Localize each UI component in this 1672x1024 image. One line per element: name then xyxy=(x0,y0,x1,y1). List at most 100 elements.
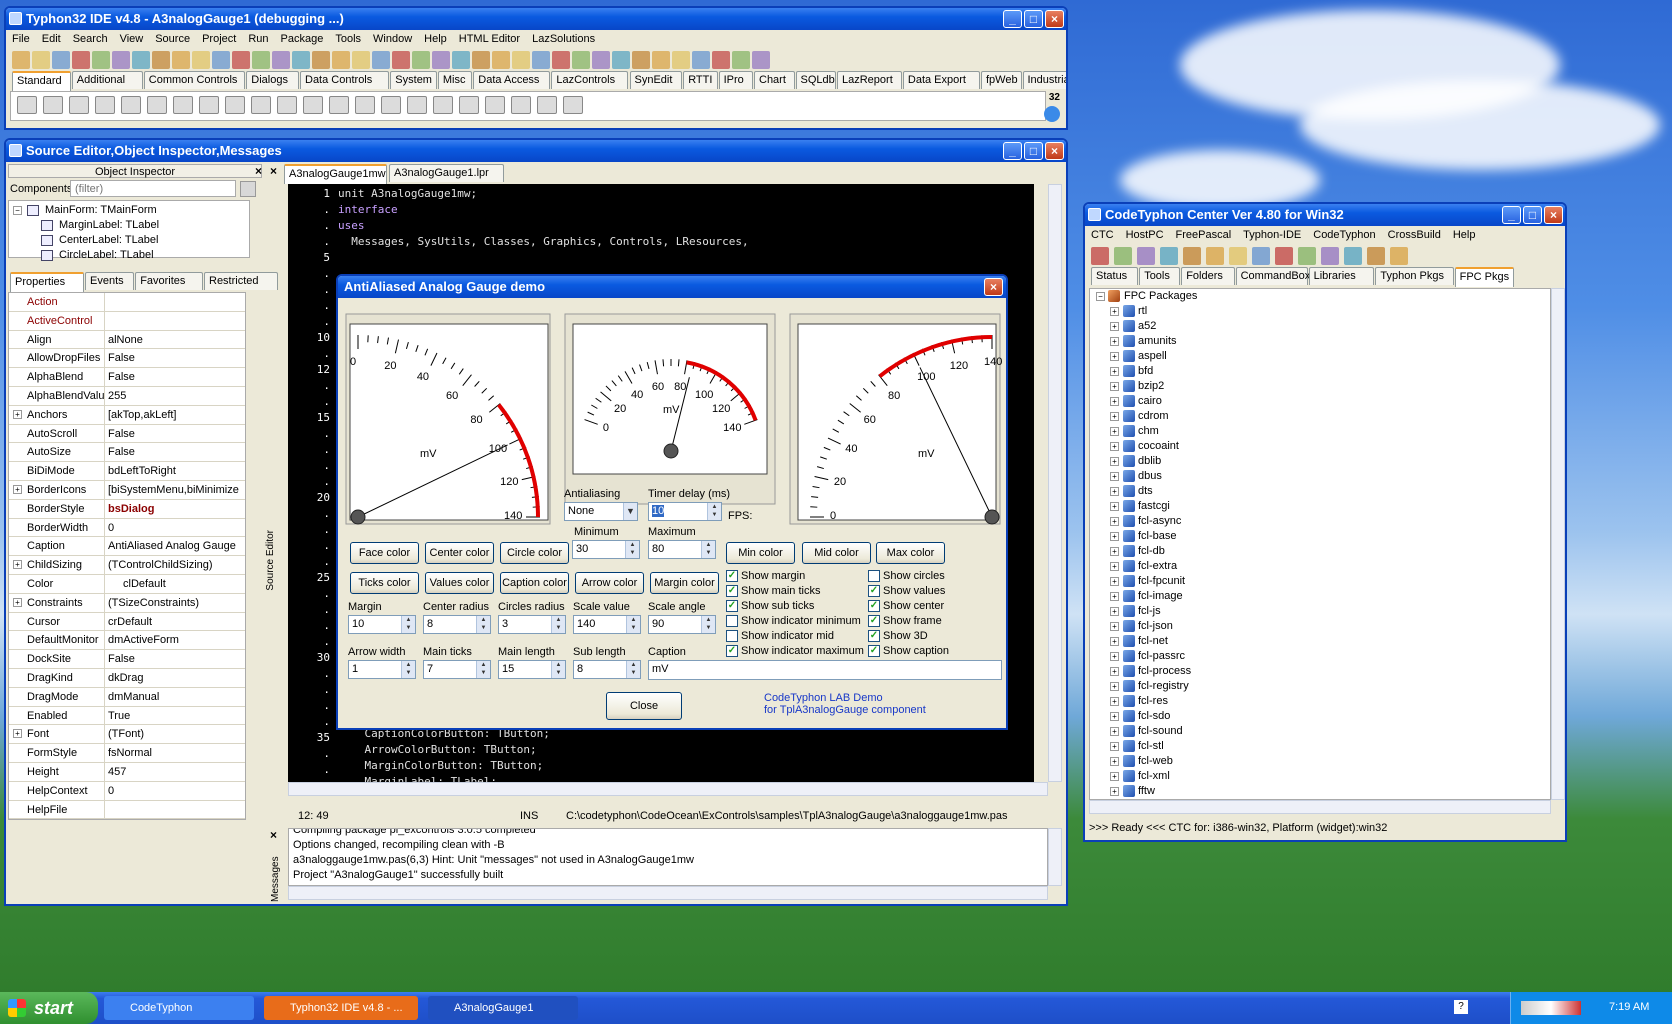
oi-tab-favorites[interactable]: Favorites xyxy=(135,272,203,290)
checkbox-show-center[interactable]: ✓ Show center xyxy=(868,600,944,613)
oi-tab-restricted[interactable]: Restricted xyxy=(204,272,278,290)
package-item[interactable]: + fcl-fpcunit xyxy=(1090,574,1550,589)
toolbar-button-icon[interactable] xyxy=(612,51,630,69)
package-item[interactable]: + fcl-js xyxy=(1090,604,1550,619)
package-item[interactable]: + fcl-net xyxy=(1090,634,1550,649)
property-row[interactable]: Caption AntiAliased Analog Gauge xyxy=(9,537,245,557)
field-main-length[interactable]: 15 ▲ ▼ xyxy=(498,660,566,679)
expand-icon[interactable]: + xyxy=(1110,562,1119,571)
toolbar-button-icon[interactable] xyxy=(12,51,30,69)
messages-vscrollbar[interactable] xyxy=(1048,828,1062,886)
timer-delay-field[interactable]: 10 ▲ ▼ xyxy=(648,502,722,521)
package-item[interactable]: + dts xyxy=(1090,484,1550,499)
checkbox-box[interactable]: ✓ xyxy=(726,645,738,657)
checkbox-show-margin[interactable]: ✓ Show margin xyxy=(726,570,805,583)
property-row[interactable]: AlphaBlend False xyxy=(9,368,245,387)
toolbar-button-icon[interactable] xyxy=(112,51,130,69)
package-item[interactable]: + fcl-web xyxy=(1090,754,1550,769)
package-item[interactable]: + dblib xyxy=(1090,454,1550,469)
collapse-icon[interactable]: − xyxy=(13,206,22,215)
button-max-color[interactable]: Max color xyxy=(876,542,945,564)
property-value[interactable]: (TSizeConstraints) xyxy=(105,594,199,612)
toolbar-button-icon[interactable] xyxy=(552,51,570,69)
package-item[interactable]: + fcl-extra xyxy=(1090,559,1550,574)
property-row[interactable]: AutoSize False xyxy=(9,443,245,463)
menu-html-editor[interactable]: HTML Editor xyxy=(453,33,526,45)
field-circles-radius[interactable]: 3 ▲ ▼ xyxy=(498,615,566,634)
palette-component-icon[interactable] xyxy=(43,96,63,114)
field-sub-length[interactable]: 8 ▲ ▼ xyxy=(573,660,641,679)
expand-icon[interactable]: + xyxy=(1110,742,1119,751)
button-min-color[interactable]: Min color xyxy=(726,542,795,564)
toolbar-button-icon[interactable] xyxy=(72,51,90,69)
palette-component-icon[interactable] xyxy=(459,96,479,114)
palette-component-icon[interactable] xyxy=(537,96,557,114)
menu-run[interactable]: Run xyxy=(242,33,274,45)
expand-icon[interactable]: + xyxy=(1110,652,1119,661)
package-item[interactable]: + chm xyxy=(1090,424,1550,439)
package-item[interactable]: + fcl-process xyxy=(1090,664,1550,679)
property-row[interactable]: Cursor crDefault xyxy=(9,612,245,632)
property-value[interactable]: bsDialog xyxy=(105,500,154,518)
palette-component-icon[interactable] xyxy=(121,96,141,114)
expand-icon[interactable]: + xyxy=(1110,397,1119,406)
ctc-tab-folders[interactable]: Folders xyxy=(1181,267,1235,285)
property-value[interactable]: 0 xyxy=(105,519,114,537)
editor-close-icon[interactable]: × xyxy=(270,164,277,178)
button-ticks-color[interactable]: Ticks color xyxy=(350,572,419,594)
checkbox-show-main-ticks[interactable]: ✓ Show main ticks xyxy=(726,585,820,598)
property-row[interactable]: BorderStyle bsDialog xyxy=(9,499,245,519)
palette-tab-data-controls[interactable]: Data Controls xyxy=(300,71,390,89)
task-typhon-ide[interactable]: Typhon32 IDE v4.8 - ... xyxy=(264,996,418,1020)
menu-package[interactable]: Package xyxy=(275,33,330,45)
property-row[interactable]: HelpFile xyxy=(9,800,245,819)
menu-crossbuild[interactable]: CrossBuild xyxy=(1382,229,1447,241)
toolbar-button-icon[interactable] xyxy=(412,51,430,69)
property-row[interactable]: BorderWidth 0 xyxy=(9,518,245,538)
toolbar-button-icon[interactable] xyxy=(32,51,50,69)
property-row[interactable]: BiDiMode bdLeftToRight xyxy=(9,462,245,481)
ctc-toolbar-icon[interactable] xyxy=(1091,247,1109,265)
menu-window[interactable]: Window xyxy=(367,33,418,45)
property-row[interactable]: Color clDefault xyxy=(9,574,245,594)
package-item[interactable]: + a52 xyxy=(1090,319,1550,334)
expand-icon[interactable]: + xyxy=(1110,502,1119,511)
ctc-toolbar-icon[interactable] xyxy=(1160,247,1178,265)
expand-icon[interactable]: + xyxy=(1110,697,1119,706)
checkbox-show-indicator-maximum[interactable]: ✓ Show indicator maximum xyxy=(726,645,864,658)
help-icon[interactable]: ? xyxy=(1454,1000,1468,1014)
toolbar-button-icon[interactable] xyxy=(732,51,750,69)
property-value[interactable]: 255 xyxy=(105,387,126,405)
horizontal-scrollbar[interactable] xyxy=(288,782,1048,796)
checkbox-show-frame[interactable]: ✓ Show frame xyxy=(868,615,942,628)
tree-vscrollbar[interactable] xyxy=(1551,288,1565,800)
ctc-tab-fpc-pkgs[interactable]: FPC Pkgs xyxy=(1454,267,1515,287)
palette-tab-standard[interactable]: Standard xyxy=(12,71,71,91)
property-value[interactable]: False xyxy=(105,425,135,443)
expand-icon[interactable]: + xyxy=(1110,607,1119,616)
menu-codetyphon[interactable]: CodeTyphon xyxy=(1307,229,1381,241)
component-tree-item[interactable]: MarginLabel: TLabel xyxy=(9,218,249,233)
toolbar-button-icon[interactable] xyxy=(492,51,510,69)
palette-tab-industrial[interactable]: Industrial xyxy=(1022,71,1066,89)
ctc-toolbar-icon[interactable] xyxy=(1206,247,1224,265)
palette-component-icon[interactable] xyxy=(173,96,193,114)
toolbar-button-icon[interactable] xyxy=(652,51,670,69)
menu-typhon-ide[interactable]: Typhon-IDE xyxy=(1237,229,1307,241)
ctc-toolbar-icon[interactable] xyxy=(1114,247,1132,265)
palette-component-icon[interactable] xyxy=(485,96,505,114)
property-row[interactable]: DragMode dmManual xyxy=(9,687,245,707)
ctc-toolbar-icon[interactable] xyxy=(1137,247,1155,265)
toolbar-button-icon[interactable] xyxy=(712,51,730,69)
ctc-tab-libraries[interactable]: Libraries xyxy=(1308,267,1375,285)
property-row[interactable]: + Font (TFont) xyxy=(9,725,245,745)
expand-icon[interactable]: + xyxy=(1110,547,1119,556)
maximize-button[interactable]: □ xyxy=(1024,142,1043,160)
ctc-toolbar-icon[interactable] xyxy=(1229,247,1247,265)
ctc-toolbar-icon[interactable] xyxy=(1275,247,1293,265)
ctc-toolbar-icon[interactable] xyxy=(1367,247,1385,265)
property-value[interactable]: clDefault xyxy=(105,575,166,593)
expand-icon[interactable]: + xyxy=(1110,472,1119,481)
property-row[interactable]: Action xyxy=(9,293,245,312)
palette-component-icon[interactable] xyxy=(433,96,453,114)
